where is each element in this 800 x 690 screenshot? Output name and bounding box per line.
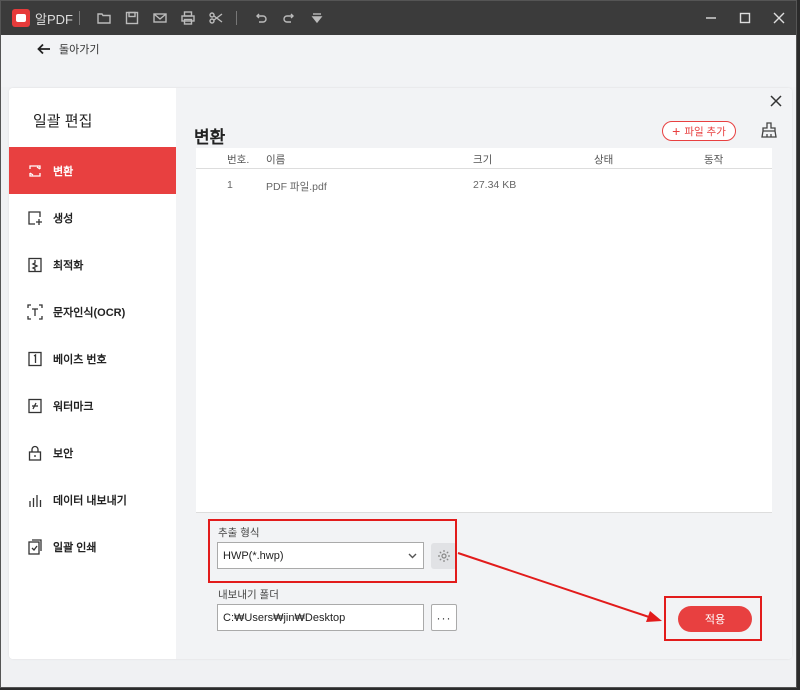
column-header-number: 번호. xyxy=(227,154,250,166)
arrow-left-icon xyxy=(37,43,50,55)
undo-icon[interactable] xyxy=(247,1,275,35)
save-icon[interactable] xyxy=(118,1,146,35)
sidebar: 일괄 편집 변환 생성 최적화 문자인식(OCR) 베이츠 번호 워터마크 보안… xyxy=(9,88,176,659)
lock-icon xyxy=(27,445,43,461)
add-file-label: 파일 추가 xyxy=(684,125,726,138)
convert-icon xyxy=(27,163,43,179)
sidebar-item-label: 문자인식(OCR) xyxy=(53,306,126,319)
apply-highlight-box xyxy=(664,596,762,641)
sidebar-item-label: 베이츠 번호 xyxy=(53,353,107,366)
sidebar-item-label: 일괄 인쇄 xyxy=(53,541,97,554)
output-folder-input[interactable] xyxy=(217,604,424,631)
ocr-icon xyxy=(27,303,43,320)
column-header-size: 크기 xyxy=(473,154,493,166)
mail-icon[interactable] xyxy=(146,1,174,35)
app-name: 알PDF xyxy=(35,11,73,27)
output-folder-label: 내보내기 폴더 xyxy=(218,589,279,601)
chart-icon xyxy=(27,492,43,508)
dropdown-menu-icon[interactable] xyxy=(303,1,331,35)
window-close-icon[interactable] xyxy=(762,1,796,35)
redo-icon[interactable] xyxy=(275,1,303,35)
browse-folder-button[interactable]: ··· xyxy=(431,604,457,631)
row-file-size: 27.34 KB xyxy=(473,179,517,191)
sidebar-item-ocr[interactable]: 문자인식(OCR) xyxy=(9,288,176,335)
sidebar-item-label: 생성 xyxy=(53,212,74,225)
sidebar-title: 일괄 편집 xyxy=(33,113,93,130)
column-header-name: 이름 xyxy=(266,154,286,166)
back-row: 돌아가기 xyxy=(1,35,796,87)
sidebar-item-watermark[interactable]: 워터마크 xyxy=(9,382,176,429)
print-icon[interactable] xyxy=(174,1,202,35)
app-window: 알PDF 돌아가기 일괄 편집 변환 생성 최적화 문자인식(OCR) 베이츠 … xyxy=(0,0,797,688)
sidebar-item-label: 변환 xyxy=(53,165,74,178)
column-header-status: 상태 xyxy=(594,154,614,166)
sidebar-item-convert[interactable]: 변환 xyxy=(9,147,176,194)
toolbar-divider xyxy=(235,11,237,25)
create-icon xyxy=(27,210,43,226)
sidebar-item-optimize[interactable]: 최적화 xyxy=(9,241,176,288)
optimize-icon xyxy=(27,257,43,273)
maximize-icon[interactable] xyxy=(728,1,762,35)
toolbar-divider xyxy=(78,11,80,25)
print-doc-icon xyxy=(27,538,43,555)
column-header-action: 동작 xyxy=(704,154,724,166)
sidebar-item-label: 데이터 내보내기 xyxy=(53,494,127,507)
header-divider xyxy=(196,168,772,169)
format-highlight-box xyxy=(208,519,457,583)
sidebar-item-export-data[interactable]: 데이터 내보내기 xyxy=(9,476,176,523)
sidebar-item-bates-number[interactable]: 베이츠 번호 xyxy=(9,335,176,382)
clear-list-icon[interactable] xyxy=(761,122,777,138)
row-number: 1 xyxy=(227,179,233,191)
add-file-button[interactable]: + 파일 추가 xyxy=(662,121,736,141)
back-button[interactable]: 돌아가기 xyxy=(37,41,99,57)
sidebar-item-create[interactable]: 생성 xyxy=(9,194,176,241)
open-folder-icon[interactable] xyxy=(90,1,118,35)
plus-icon: + xyxy=(672,123,681,139)
app-logo-icon xyxy=(12,9,30,27)
page-title: 변환 xyxy=(194,128,226,147)
sidebar-item-label: 워터마크 xyxy=(53,400,94,413)
back-label: 돌아가기 xyxy=(59,44,100,56)
sidebar-item-security[interactable]: 보안 xyxy=(9,429,176,476)
scissors-icon[interactable] xyxy=(202,1,230,35)
row-file-name: PDF 파일.pdf xyxy=(266,181,327,193)
sidebar-item-label: 보안 xyxy=(53,447,74,460)
bates-number-icon xyxy=(27,351,43,367)
file-table: 번호. 이름 크기 상태 동작 1 PDF 파일.pdf 27.34 KB xyxy=(196,148,772,512)
minimize-icon[interactable] xyxy=(694,1,728,35)
sidebar-item-batch-print[interactable]: 일괄 인쇄 xyxy=(9,523,176,570)
sidebar-item-label: 최적화 xyxy=(53,259,84,272)
close-icon[interactable] xyxy=(770,94,784,108)
watermark-icon xyxy=(27,398,43,414)
title-bar: 알PDF xyxy=(1,1,796,35)
